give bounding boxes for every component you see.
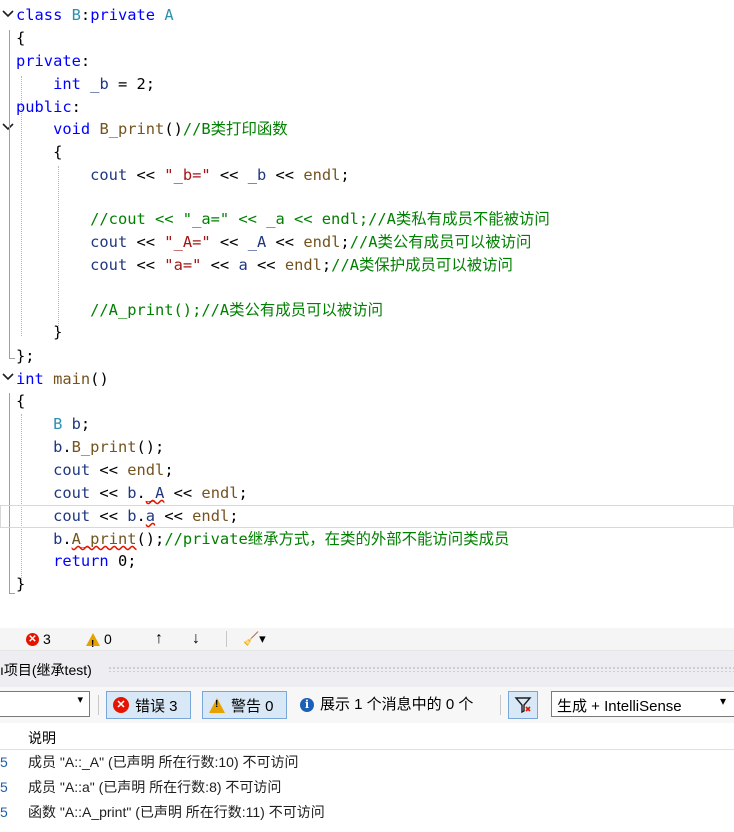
error-icon: ✕ (26, 632, 39, 646)
code-line: } (16, 323, 63, 341)
code-line: } (16, 575, 26, 593)
warning-icon (209, 697, 225, 713)
separator (500, 695, 501, 715)
code-line: cout << b._A << endl; (53, 484, 248, 502)
code-line: cout << "a=" << a << endl;//A类保护成员可以被访问 (90, 256, 513, 274)
code-editor[interactable]: class B:private A { private: int _b = 2;… (0, 0, 734, 628)
editor-status-bar: ✕ 3 0 ↑ ↓ 🧹▾ (0, 628, 734, 656)
code-line: class B:private A (16, 6, 174, 24)
up-arrow-icon[interactable]: ↑ (155, 628, 163, 650)
error-row[interactable]: 5 成员 "A::a" (已声明 所在行数:8) 不可访问 (0, 775, 734, 800)
code-line: { (16, 29, 26, 47)
chevron-down-icon: ▾ (77, 694, 83, 706)
code-line: void B_print()//B类打印函数 (53, 120, 288, 138)
code-line: B b; (53, 415, 91, 433)
error-list-filter-bar: ▾ ✕ 错误 3 警告 0 i 展示 1 个消息中的 0 个 生成 + Inte… (0, 687, 734, 723)
column-header-description[interactable]: 说明 (28, 728, 56, 748)
code-line: cout << "_A=" << _A << endl;//A类公有成员可以被访… (90, 233, 532, 251)
code-cleanup-brush-icon[interactable]: 🧹▾ (243, 628, 266, 650)
down-arrow-icon[interactable]: ↓ (192, 628, 200, 650)
code-line: cout << endl; (53, 461, 174, 479)
code-line: int main() (16, 370, 109, 388)
code-line: //cout << "_a=" << _a << endl;//A类私有成员不能… (90, 210, 550, 228)
filter-icon (514, 697, 532, 714)
scope-dropdown[interactable]: ▾ (0, 691, 90, 717)
info-icon: i (300, 698, 314, 712)
warning-count[interactable]: 0 (86, 628, 112, 656)
panel-grip[interactable] (108, 666, 734, 672)
separator (226, 631, 227, 647)
warning-icon (86, 632, 100, 656)
code-line: { (16, 143, 63, 161)
code-line: return 0; (53, 552, 137, 570)
messages-filter-button[interactable]: i 展示 1 个消息中的 0 个 (300, 687, 473, 723)
code-line: public: (16, 98, 81, 116)
code-line-current: cout << b.a << endl; (0, 505, 734, 528)
error-icon: ✕ (113, 697, 129, 713)
code-line: //A_print();//A类公有成员可以被访问 (90, 301, 384, 319)
code-line: }; (16, 347, 35, 365)
error-row[interactable]: 5 函数 "A::A_print" (已声明 所在行数:11) 不可访问 (0, 800, 734, 825)
code-line: cout << "_b=" << _b << endl; (90, 166, 350, 184)
panel-title: ı项目(继承test) (0, 662, 92, 678)
filter-toggle-button[interactable] (508, 691, 538, 719)
code-line: b.B_print(); (53, 438, 165, 456)
code-line: { (16, 392, 26, 410)
source-dropdown[interactable]: 生成 + IntelliSense ▾ (551, 691, 734, 717)
code-line: b.A_print();//private继承方式，在类的外部不能访问类成员 (53, 530, 510, 548)
code-line: private: (16, 52, 91, 70)
error-list-titlebar: ı项目(继承test) (0, 651, 734, 687)
errors-filter-button[interactable]: ✕ 错误 3 (106, 691, 191, 719)
warnings-filter-button[interactable]: 警告 0 (202, 691, 287, 719)
error-row[interactable]: 5 成员 "A::_A" (已声明 所在行数:10) 不可访问 (0, 750, 734, 775)
error-list-header: 说明 (0, 723, 734, 750)
separator (98, 695, 99, 715)
error-count[interactable]: ✕ 3 (26, 628, 51, 650)
code-line: int _b = 2; (53, 75, 156, 93)
chevron-down-icon: ▾ (719, 694, 726, 708)
